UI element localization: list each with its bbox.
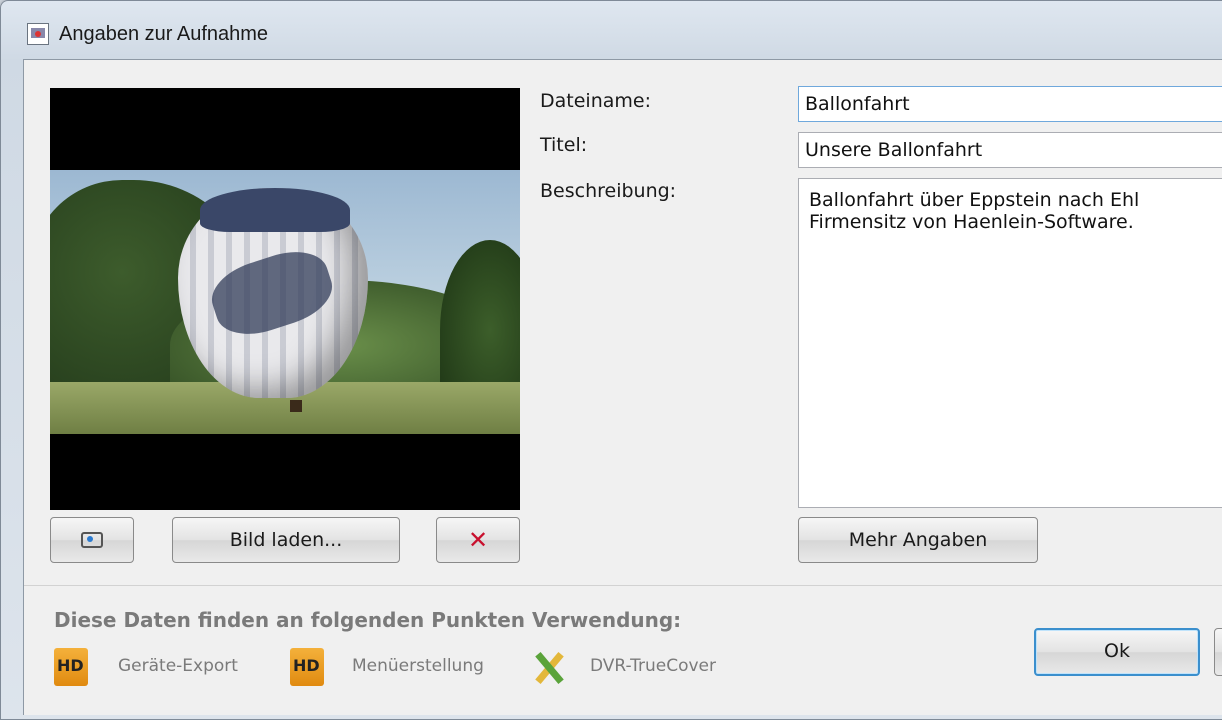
delete-icon: ✕ bbox=[467, 526, 489, 554]
description-textarea[interactable]: Ballonfahrt über Eppstein nach Ehl Firme… bbox=[798, 178, 1222, 508]
usage-item-label: Menüerstellung bbox=[352, 656, 484, 676]
hd-icon bbox=[290, 648, 324, 686]
filename-input[interactable]: Ballonfahrt bbox=[798, 86, 1222, 122]
snapshot-button[interactable] bbox=[50, 517, 134, 563]
description-line: Ballonfahrt über Eppstein nach Ehl bbox=[809, 189, 1140, 211]
window-title: Angaben zur Aufnahme bbox=[59, 23, 269, 45]
balloon-photo bbox=[50, 170, 520, 434]
ok-button[interactable]: Ok bbox=[1034, 628, 1200, 676]
description-line: Firmensitz von Haenlein-Software. bbox=[809, 211, 1134, 233]
dialog-content: Bild laden... ✕ Dateiname: Ballonfahrt T… bbox=[23, 59, 1222, 715]
app-icon bbox=[27, 23, 49, 45]
description-label: Beschreibung: bbox=[540, 180, 677, 202]
cancel-button[interactable] bbox=[1214, 628, 1222, 676]
title-bar[interactable]: Angaben zur Aufnahme bbox=[1, 1, 1222, 57]
title-input[interactable]: Unsere Ballonfahrt bbox=[798, 132, 1222, 168]
filename-label: Dateiname: bbox=[540, 90, 651, 112]
snapshot-icon bbox=[81, 532, 103, 548]
usage-footer: Diese Daten finden an folgenden Punkten … bbox=[24, 585, 1222, 715]
usage-item-label: Geräte-Export bbox=[118, 656, 238, 676]
title-label: Titel: bbox=[540, 134, 588, 156]
pencil-ruler-icon bbox=[532, 648, 566, 686]
preview-image bbox=[50, 88, 520, 510]
hd-icon bbox=[54, 648, 88, 686]
load-image-button[interactable]: Bild laden... bbox=[172, 517, 400, 563]
more-details-button[interactable]: Mehr Angaben bbox=[798, 517, 1038, 563]
usage-heading: Diese Daten finden an folgenden Punkten … bbox=[54, 608, 682, 632]
usage-item-label: DVR-TrueCover bbox=[590, 656, 717, 676]
delete-image-button[interactable]: ✕ bbox=[436, 517, 520, 563]
dialog-window: Angaben zur Aufnahme Bild laden... ✕ Dat… bbox=[0, 0, 1222, 720]
